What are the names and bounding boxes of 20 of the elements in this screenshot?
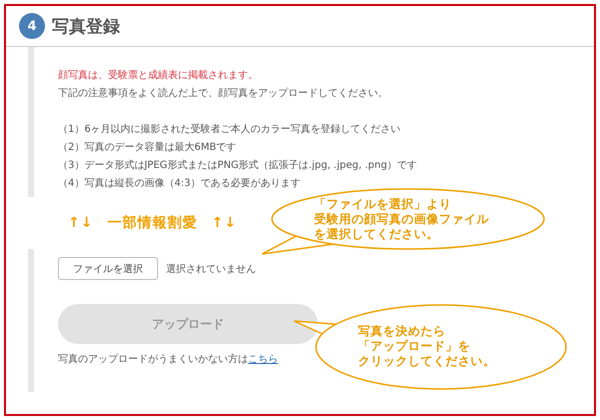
section-title: 写真登録 [52,16,120,38]
warning-text: 顔写真は、受験票と成績表に掲載されます。 [58,68,258,83]
callout-text: を選択してください。 [314,227,439,242]
callout-text: クリックしてください。 [358,354,496,369]
step-number-badge: 4 [19,13,45,39]
callout-text: 「アップロード」を [358,339,470,354]
callout-text: 受験用の顔写真の画像ファイル [314,212,489,227]
callout-text: 写真を決めたら [358,324,446,339]
choose-file-button[interactable]: ファイルを選択 [58,257,158,280]
file-status-text: 選択されていません [166,262,256,276]
help-link[interactable]: こちら [248,354,278,365]
requirement-item: （3）データ形式はJPEG形式またはPNG形式（拡張子は.jpg, .jpeg, .png）です [58,158,418,173]
callout-text: 「ファイルを選択」より [314,197,452,212]
omission-note: 一部情報割愛 [107,214,198,232]
requirement-item: （2）写真のデータ容量は最大6MBです [58,140,236,155]
arrows-text: ↑↓ [68,215,94,231]
instruction-text: 下記の注意事項をよく読んだ上で、顔写真をアップロードしてください。 [58,86,388,101]
requirement-item: （1）6ヶ月以内に撮影された受験者ご本人のカラー写真を登録してください [58,122,401,137]
arrows-text: ↑↓ [211,215,237,231]
requirement-item: （4）写真は縦長の画像（4:3）である必要があります [58,176,300,191]
